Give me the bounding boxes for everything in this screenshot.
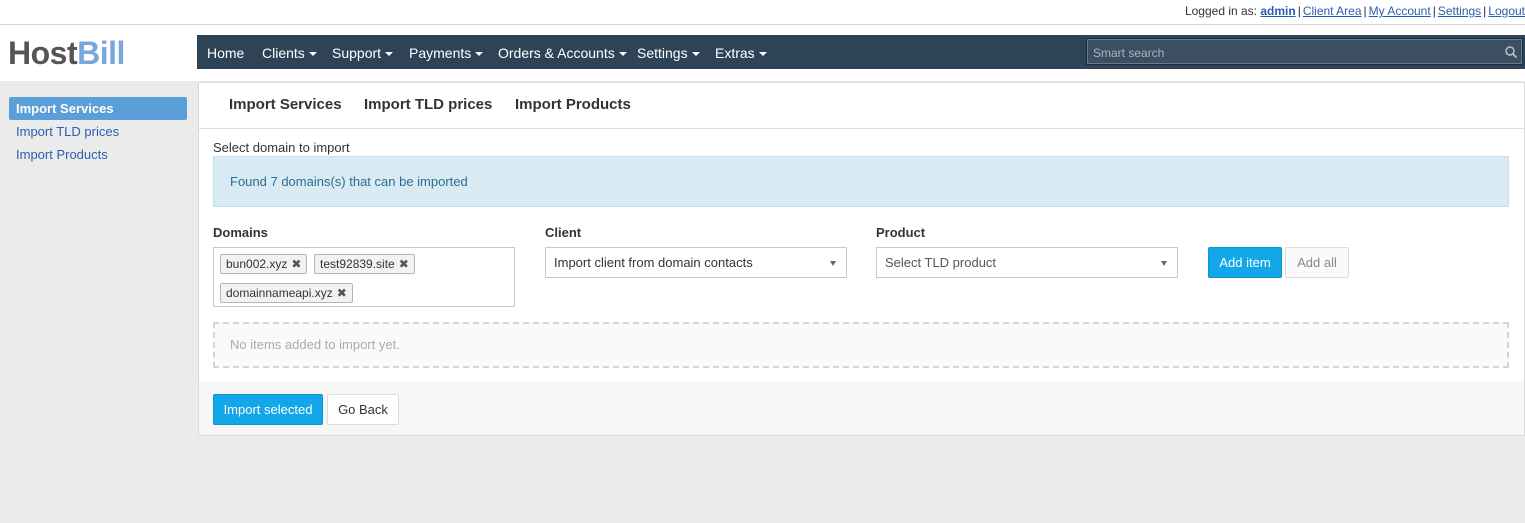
remove-tag-icon[interactable]: ✖ [291, 257, 301, 271]
tab-import-services[interactable]: Import Services [229, 96, 342, 113]
domain-tag: bun002.xyz ✖ [220, 254, 308, 274]
panel-footer: Import selected Go Back [199, 382, 1524, 435]
chevron-down-icon [618, 52, 627, 56]
smart-search-input[interactable] [1091, 42, 1495, 64]
sidebar-item-import-products[interactable]: Import Products [9, 143, 187, 166]
hostbill-logo[interactable]: HostBill [8, 34, 125, 72]
product-label: Product [876, 225, 926, 240]
domain-tag: test92839.site ✖ [314, 254, 415, 274]
product-select[interactable]: Select TLD product [876, 247, 1178, 278]
client-label: Client [545, 225, 582, 240]
smart-search [1086, 38, 1523, 65]
logout-link[interactable]: Logout [1488, 4, 1525, 18]
dropdown-arrow-icon [830, 261, 836, 266]
main-panel: Import Services Import TLD prices Import… [198, 82, 1525, 436]
nav-payments[interactable]: Payments [409, 35, 484, 69]
nav-support[interactable]: Support [332, 35, 394, 69]
client-select[interactable]: Import client from domain contacts [545, 247, 847, 278]
tab-import-products[interactable]: Import Products [515, 96, 631, 113]
admin-user-link[interactable]: admin [1260, 4, 1295, 18]
product-select-placeholder: Select TLD product [885, 255, 997, 270]
info-alert: Found 7 domains(s) that can be imported [213, 156, 1509, 207]
nav-clients[interactable]: Clients [262, 35, 317, 69]
add-all-button[interactable]: Add all [1285, 247, 1349, 278]
domains-multiselect[interactable]: bun002.xyz ✖ test92839.site ✖ domainnameap… [213, 247, 515, 307]
tab-bar: Import Services Import TLD prices Import… [199, 83, 1524, 129]
search-icon[interactable] [1504, 45, 1518, 59]
nav-home[interactable]: Home [207, 35, 244, 69]
login-info: Logged in as: admin | Client Area | My Accou… [1184, 4, 1525, 18]
chevron-down-icon [385, 52, 394, 56]
select-domain-label: Select domain to import [213, 140, 350, 155]
nav-extras[interactable]: Extras [715, 35, 767, 69]
top-bar: Logged in as: admin | Client Area | My Accou… [0, 0, 1525, 25]
domain-tag: domainnameapi.xyz ✖ [220, 283, 353, 303]
sidebar-item-import-services[interactable]: Import Services [9, 97, 187, 120]
logged-in-label: Logged in as: [1184, 4, 1258, 18]
go-back-button[interactable]: Go Back [327, 394, 399, 425]
import-selected-button[interactable]: Import selected [213, 394, 323, 425]
settings-link[interactable]: Settings [1438, 4, 1481, 18]
my-account-link[interactable]: My Account [1369, 4, 1431, 18]
dropdown-arrow-icon [1161, 261, 1167, 266]
tab-import-tld-prices[interactable]: Import TLD prices [364, 96, 492, 113]
sidebar-item-import-tld-prices[interactable]: Import TLD prices [9, 120, 187, 143]
remove-tag-icon[interactable]: ✖ [399, 257, 409, 271]
remove-tag-icon[interactable]: ✖ [337, 286, 347, 300]
nav-settings[interactable]: Settings [637, 35, 700, 69]
import-items-dropzone: No items added to import yet. [213, 322, 1509, 368]
add-item-button[interactable]: Add item [1208, 247, 1282, 278]
client-select-value: Import client from domain contacts [554, 255, 753, 270]
chevron-down-icon [475, 52, 484, 56]
chevron-down-icon [758, 52, 767, 56]
chevron-down-icon [691, 52, 700, 56]
nav-orders-accounts[interactable]: Orders & Accounts [498, 35, 627, 69]
client-area-link[interactable]: Client Area [1303, 4, 1362, 18]
chevron-down-icon [308, 52, 317, 56]
domains-label: Domains [213, 225, 268, 240]
